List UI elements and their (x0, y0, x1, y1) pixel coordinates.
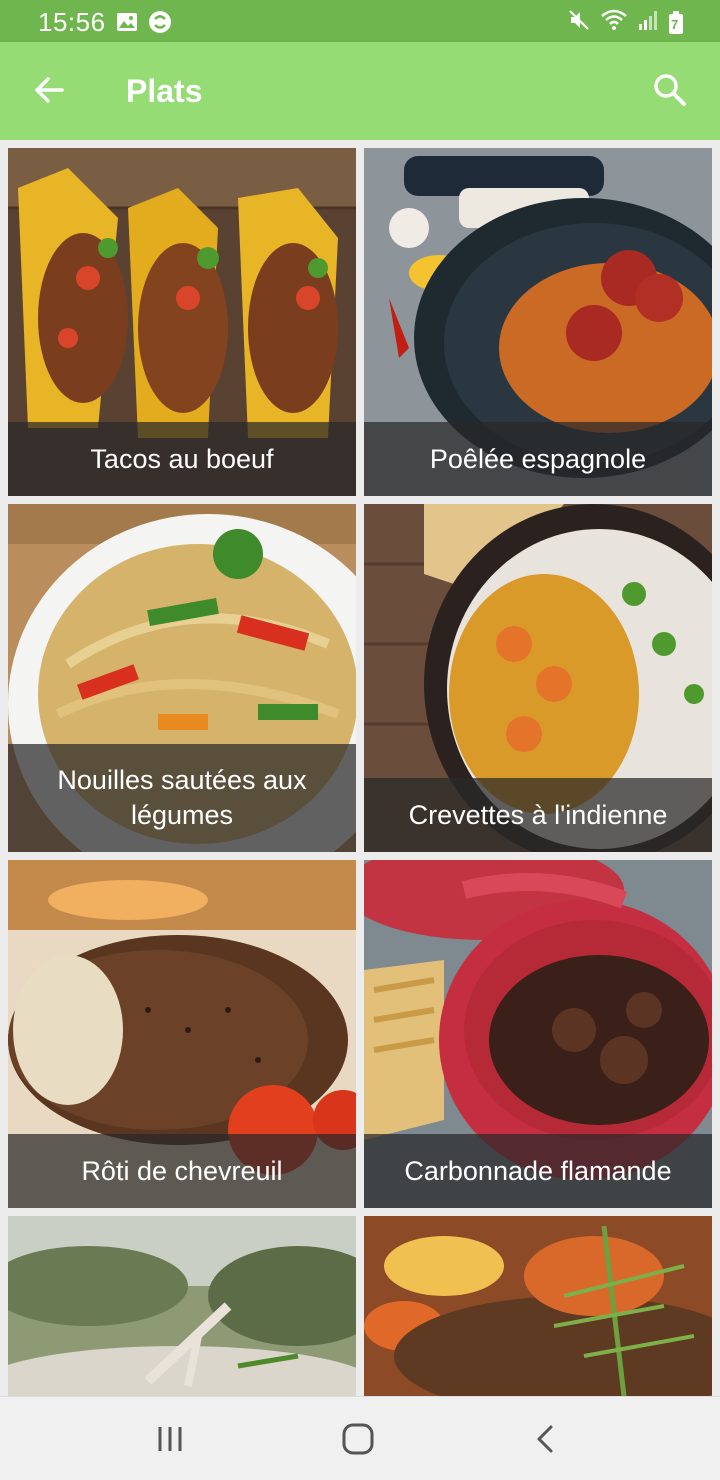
battery-level: 7 (671, 16, 679, 32)
status-bar: 15:56 7 (0, 0, 720, 42)
dish-card-carbonnade[interactable]: Carbonnade flamande (364, 860, 712, 1208)
dish-label: Poêlée espagnole (364, 422, 712, 496)
home-icon (342, 1423, 374, 1455)
signal-icon (638, 9, 658, 36)
battery-icon: 7 (668, 10, 684, 35)
status-time: 15:56 (38, 7, 106, 37)
dish-grid: Tacos au boeuf Poêlée espagnole Nouilles… (0, 140, 720, 1396)
mute-icon (568, 9, 590, 36)
dish-label: Crevettes à l'indienne (364, 778, 712, 852)
dish-label: Rôti de chevreuil (8, 1134, 356, 1208)
dish-label: Carbonnade flamande (364, 1134, 712, 1208)
wifi-icon (600, 9, 628, 36)
status-left-icons (116, 10, 172, 39)
dish-label: Nouilles sautées aux légumes (8, 744, 356, 852)
search-button[interactable] (648, 68, 692, 112)
status-right-icons: 7 (568, 9, 684, 36)
back-button[interactable] (28, 68, 72, 112)
dish-photo (8, 1216, 356, 1396)
sync-app-icon (148, 10, 172, 39)
recent-apps-button[interactable] (150, 1419, 190, 1459)
dish-card-poelee[interactable]: Poêlée espagnole (364, 148, 712, 496)
dish-card-7[interactable] (8, 1216, 356, 1396)
system-back-button[interactable] (526, 1419, 566, 1459)
dish-card-tacos[interactable]: Tacos au boeuf (8, 148, 356, 496)
dish-card-nouilles[interactable]: Nouilles sautées aux légumes (8, 504, 356, 852)
dish-card-crevettes[interactable]: Crevettes à l'indienne (364, 504, 712, 852)
system-nav-bar (0, 1396, 720, 1480)
recent-apps-icon (158, 1427, 182, 1451)
image-icon (116, 12, 138, 37)
home-button[interactable] (338, 1419, 378, 1459)
back-icon (537, 1425, 553, 1453)
dish-label: Tacos au boeuf (8, 422, 356, 496)
app-bar: Plats (0, 42, 720, 140)
arrow-left-icon (35, 77, 64, 103)
search-icon (654, 74, 686, 106)
dish-card-8[interactable] (364, 1216, 712, 1396)
page-title: Plats (126, 73, 203, 109)
dish-photo (364, 1216, 712, 1396)
dish-card-roti[interactable]: Rôti de chevreuil (8, 860, 356, 1208)
